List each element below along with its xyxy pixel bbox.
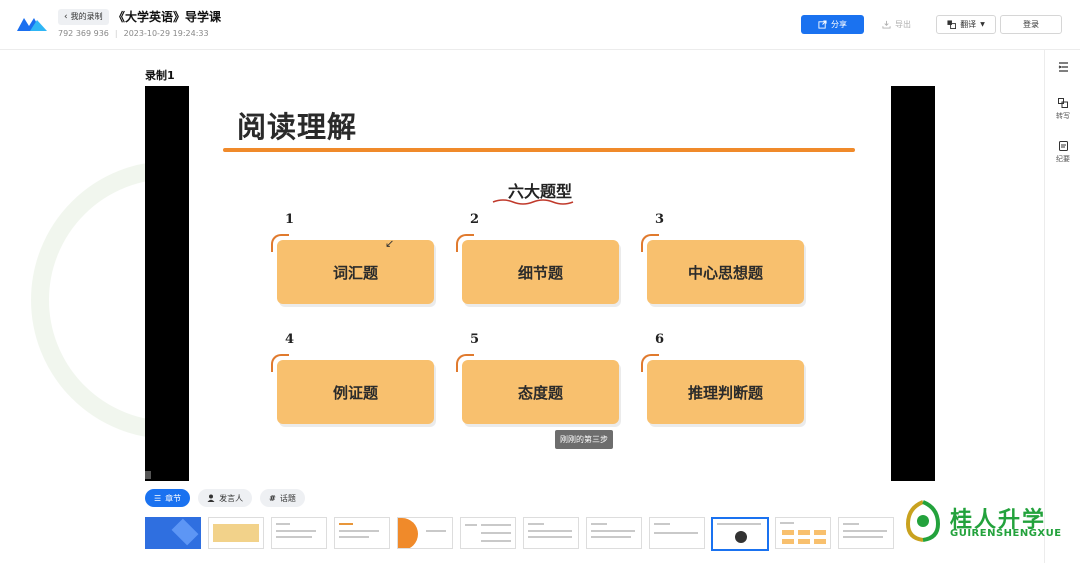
chapter-thumbnail[interactable] — [586, 517, 642, 549]
tab-label: 章节 — [165, 493, 182, 503]
meeting-meta: 792 369 936 | 2023-10-29 19:24:33 — [58, 29, 209, 38]
meeting-datetime: 2023-10-29 19:24:33 — [123, 29, 209, 38]
item-number: 5 — [470, 332, 480, 347]
caret-down-icon: ▼ — [980, 21, 985, 28]
brand-emblem-icon — [905, 500, 941, 542]
chapter-thumbnail[interactable] — [649, 517, 705, 549]
view-tabs: ☰ 章节 发言人 # 话题 — [145, 489, 305, 507]
brand-subtitle: GUIRENSHENGXUE — [950, 528, 1062, 539]
question-type-card: 推理判断题 — [647, 360, 804, 424]
transcript-tab[interactable]: 转写 — [1045, 98, 1080, 121]
speaker-tag — [145, 471, 151, 479]
export-button[interactable]: 导出 — [882, 15, 911, 34]
outline-toggle[interactable] — [1045, 62, 1080, 72]
tab-speakers[interactable]: 发言人 — [198, 489, 253, 507]
slide-title: 阅读理解 — [237, 110, 358, 144]
meta-divider: | — [114, 29, 118, 38]
item-number: 4 — [285, 332, 295, 347]
export-label: 导出 — [895, 20, 911, 29]
transcript-label: 转写 — [1056, 112, 1070, 120]
share-label: 分享 — [831, 20, 847, 29]
login-label: 登录 — [1023, 20, 1039, 29]
slide: 阅读理解 六大题型 1 词汇题 2 细节题 3 中心思想题 4 例证题 5 态度… — [189, 86, 891, 481]
title-underline — [223, 148, 855, 152]
chapter-thumbnail[interactable] — [334, 517, 390, 549]
pointer-icon: ↙ — [385, 237, 395, 250]
chapter-thumbnail[interactable] — [460, 517, 516, 549]
subtitle-caption: 刚刚的第三步 — [555, 430, 613, 449]
share-button[interactable]: 分享 — [801, 15, 864, 34]
minutes-tab[interactable]: 纪要 — [1045, 141, 1080, 164]
tab-label: 话题 — [279, 493, 296, 503]
chapter-thumbnails — [145, 517, 905, 563]
chapter-thumbnail[interactable] — [775, 517, 831, 549]
login-button[interactable]: 登录 — [1000, 15, 1062, 34]
list-icon: ☰ — [154, 493, 162, 503]
translate-icon — [947, 20, 957, 29]
item-number: 1 — [285, 212, 295, 227]
right-sidebar: 转写 纪要 — [1044, 50, 1080, 563]
document-icon — [1058, 141, 1068, 151]
back-button[interactable]: ‹ 我的录制 — [58, 9, 109, 25]
item-number: 3 — [655, 212, 665, 227]
tab-chapters[interactable]: ☰ 章节 — [145, 489, 191, 507]
person-icon — [207, 494, 215, 502]
question-type-card: 态度题 — [462, 360, 619, 424]
transcript-icon — [1058, 98, 1068, 108]
top-bar: ‹ 我的录制 《大学英语》导学课 792 369 936 | 2023-10-2… — [0, 0, 1080, 50]
brand-watermark: 桂人升学 GUIRENSHENGXUE — [900, 498, 1070, 548]
translate-label: 翻译 — [960, 20, 977, 29]
chapter-thumbnail-active[interactable] — [711, 517, 769, 551]
video-player[interactable]: 阅读理解 六大题型 1 词汇题 2 细节题 3 中心思想题 4 例证题 5 态度… — [145, 86, 935, 481]
chapter-thumbnail[interactable] — [208, 517, 264, 549]
question-type-card: 例证题 — [277, 360, 434, 424]
meeting-id: 792 369 936 — [58, 29, 109, 38]
question-type-card: 词汇题 — [277, 240, 434, 304]
item-number: 2 — [470, 212, 480, 227]
chapter-thumbnail[interactable] — [523, 517, 579, 549]
app-logo[interactable] — [16, 14, 48, 34]
item-number: 6 — [655, 332, 665, 347]
chapter-thumbnail[interactable] — [145, 517, 201, 549]
minutes-label: 纪要 — [1056, 155, 1070, 163]
tab-label: 发言人 — [219, 493, 244, 503]
translate-dropdown[interactable]: 翻译 ▼ — [936, 15, 996, 34]
subtitle-squiggle — [492, 199, 574, 205]
page-title: 《大学英语》导学课 — [113, 10, 222, 24]
chapter-thumbnail[interactable] — [397, 517, 453, 549]
chevron-left-icon: ‹ — [64, 12, 68, 22]
chapter-thumbnail[interactable] — [271, 517, 327, 549]
outline-icon — [1058, 62, 1068, 72]
question-type-card: 细节题 — [462, 240, 619, 304]
share-icon — [818, 20, 827, 29]
back-label: 我的录制 — [70, 12, 103, 21]
hash-icon: # — [269, 493, 276, 503]
question-type-card: 中心思想题 — [647, 240, 804, 304]
chapter-thumbnail[interactable] — [838, 517, 894, 549]
tab-topics[interactable]: # 话题 — [260, 489, 305, 507]
recording-title: 录制1 — [145, 69, 175, 82]
download-icon — [882, 20, 891, 29]
